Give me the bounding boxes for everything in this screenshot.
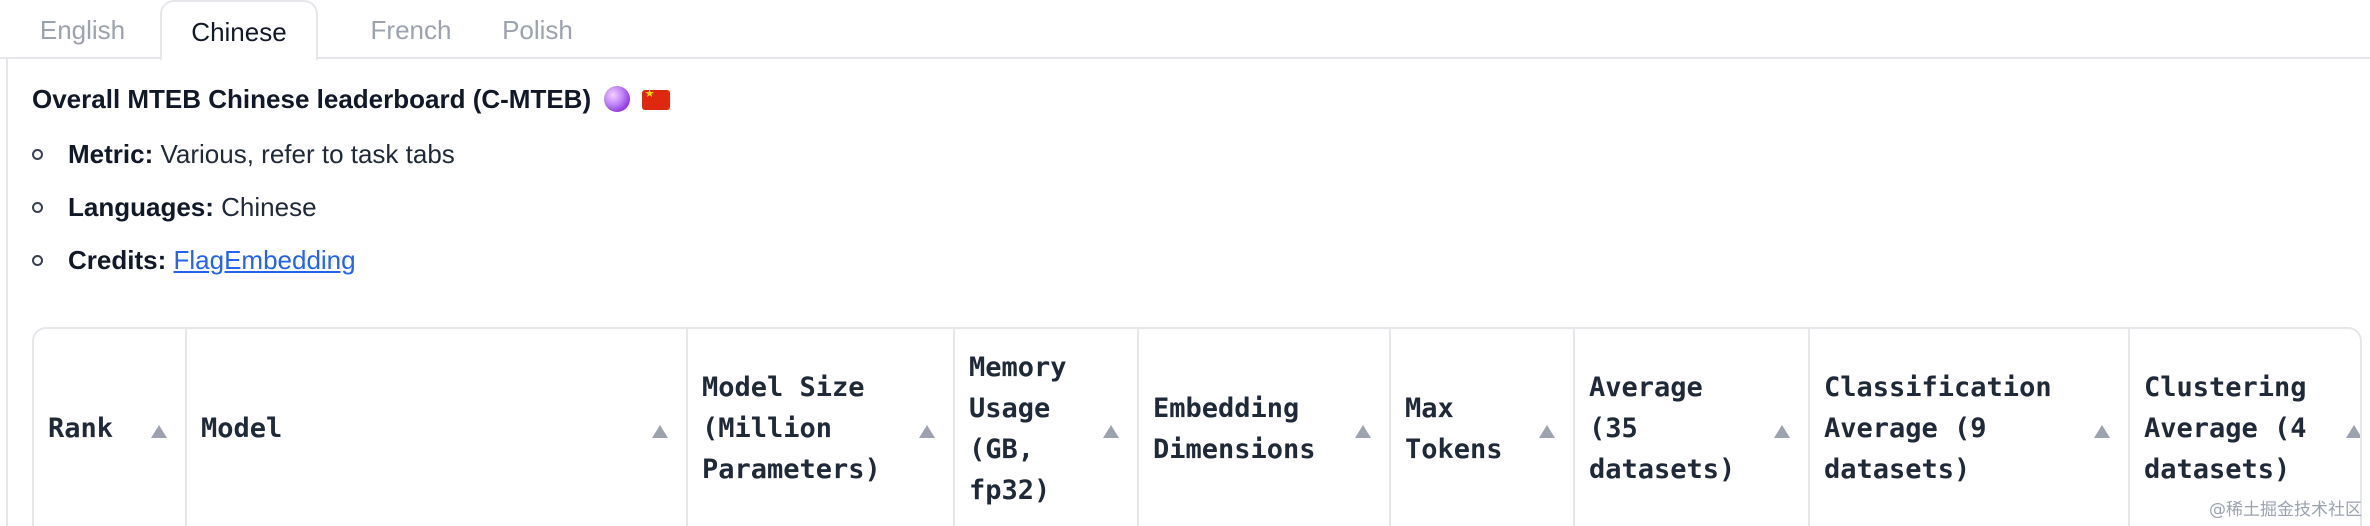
tab-english[interactable]: English: [0, 0, 165, 59]
column-header-label: Average (35 datasets): [1589, 372, 1736, 485]
sort-arrow-icon[interactable]: [1355, 425, 1371, 438]
bullet-icon: [32, 149, 43, 160]
column-header-label: Classification Average (9 datasets): [1824, 372, 2052, 485]
china-flag-icon: [641, 87, 670, 110]
column-header-average[interactable]: Average (35 datasets): [1575, 329, 1810, 526]
sort-arrow-icon[interactable]: [1103, 425, 1119, 438]
sort-arrow-icon[interactable]: [151, 425, 167, 438]
tab-french[interactable]: French: [326, 0, 496, 59]
leaderboard-table: Rank Model Model Size (Million Parameter…: [32, 327, 2362, 526]
column-header-rank[interactable]: Rank: [34, 329, 187, 526]
column-header-label: Model Size (Million Parameters): [702, 372, 881, 485]
page-title-text: Overall MTEB Chinese leaderboard (C-MTEB…: [32, 84, 592, 114]
sort-arrow-icon[interactable]: [652, 425, 668, 438]
bullet-icon: [32, 255, 43, 266]
languages-label: Languages:: [68, 192, 214, 222]
column-header-label: Model: [201, 413, 283, 444]
column-header-label: Max Tokens: [1405, 392, 1503, 465]
tab-chinese[interactable]: Chinese: [160, 0, 318, 61]
page-title: Overall MTEB Chinese leaderboard (C-MTEB…: [32, 84, 670, 115]
sort-arrow-icon[interactable]: [919, 425, 935, 438]
sort-arrow-icon[interactable]: [1774, 425, 1790, 438]
flagembedding-link[interactable]: FlagEmbedding: [173, 245, 355, 275]
column-header-label: Memory Usage (GB, fp32): [969, 351, 1067, 506]
column-header-classification-average[interactable]: Classification Average (9 datasets): [1810, 329, 2130, 526]
credits-label: Credits:: [68, 245, 167, 275]
languages-item: Languages: Chinese: [32, 192, 317, 223]
sort-arrow-icon[interactable]: [2094, 425, 2110, 438]
metric-item: Metric: Various, refer to task tabs: [32, 139, 455, 170]
bullet-icon: [32, 202, 43, 213]
sort-arrow-icon[interactable]: [2346, 425, 2360, 438]
column-header-label: Embedding Dimensions: [1153, 392, 1316, 465]
metric-label: Metric:: [68, 139, 154, 169]
column-header-max-tokens[interactable]: Max Tokens: [1391, 329, 1575, 526]
column-header-model[interactable]: Model: [187, 329, 688, 526]
languages-value: Chinese: [221, 192, 317, 222]
credits-item: Credits: FlagEmbedding: [32, 245, 356, 276]
metric-value: Various, refer to task tabs: [160, 139, 455, 169]
column-header-label: Rank: [48, 413, 114, 444]
column-header-model-size[interactable]: Model Size (Million Parameters): [688, 329, 955, 526]
tab-bar: English Chinese French Polish: [0, 0, 2370, 61]
column-header-embedding-dimensions[interactable]: Embedding Dimensions: [1139, 329, 1391, 526]
sort-arrow-icon[interactable]: [1539, 425, 1555, 438]
tab-polish[interactable]: Polish: [490, 0, 585, 59]
column-header-memory-usage[interactable]: Memory Usage (GB, fp32): [955, 329, 1139, 526]
watermark: @稀土掘金技术社区: [2209, 500, 2362, 520]
crystal-ball-icon: [604, 86, 631, 112]
